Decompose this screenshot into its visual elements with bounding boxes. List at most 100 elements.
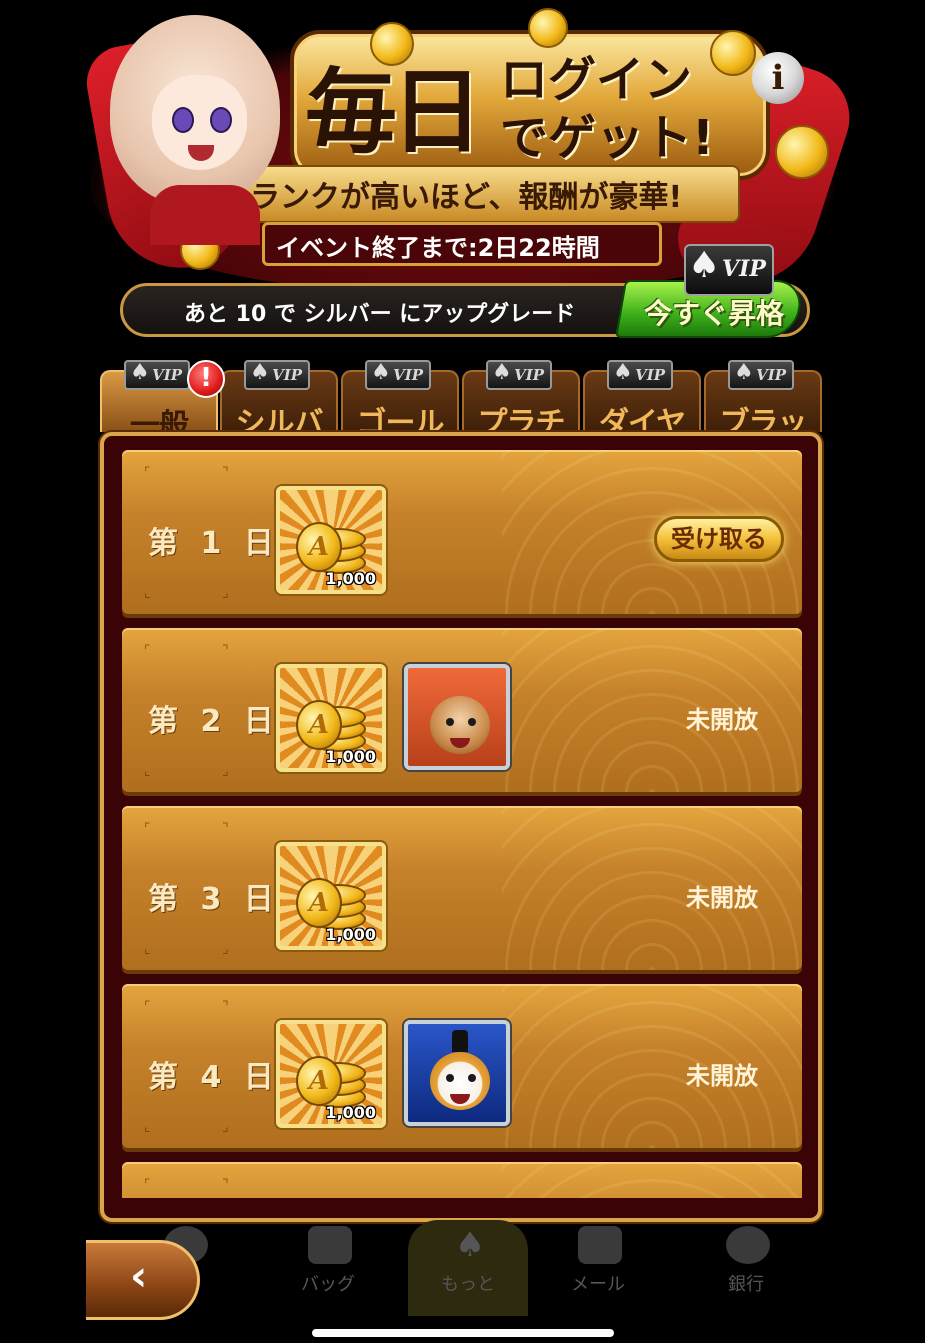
spade-icon: ♠ bbox=[454, 1225, 486, 1265]
coin-reward-item[interactable]: A 1,000 bbox=[276, 664, 386, 772]
corner-ornament: ⌝ bbox=[222, 1177, 229, 1193]
corner-ornament: ⌟ bbox=[222, 763, 229, 779]
day-label: 第 3 日 bbox=[148, 882, 280, 917]
claim-button[interactable]: 受け取る bbox=[654, 516, 784, 562]
tab-vip-label: VIP bbox=[514, 366, 544, 384]
tab-gold[interactable]: ♠VIP ゴールド bbox=[341, 360, 459, 485]
alert-icon: ! bbox=[187, 360, 225, 398]
dog-avatar-reward[interactable] bbox=[404, 1020, 510, 1126]
corner-ornament: ⌞ bbox=[144, 763, 151, 779]
avatar-eye bbox=[468, 718, 476, 726]
nav-item-mail: メール bbox=[538, 1222, 658, 1312]
nav-label: メール bbox=[571, 1274, 625, 1295]
reward-row-day-3: ⌜ ⌝ ⌞ ⌟ 第 3 日 A 1,000 未開放 bbox=[122, 806, 802, 970]
chevron-left-icon[interactable]: ‹ bbox=[130, 1255, 147, 1297]
day-label: 第 1 日 bbox=[148, 526, 280, 561]
corner-ornament: ⌝ bbox=[222, 821, 229, 837]
corner-ornament: ⌜ bbox=[144, 643, 151, 659]
mascot-eye-left bbox=[172, 107, 194, 133]
corner-ornament: ⌟ bbox=[222, 585, 229, 601]
avatar-hat bbox=[452, 1030, 468, 1052]
corner-ornament: ⌞ bbox=[144, 941, 151, 957]
gold-coin-icon bbox=[710, 30, 756, 76]
tab-vip-label: VIP bbox=[152, 366, 182, 384]
vip-card-icon: ♠ VIP bbox=[365, 360, 431, 390]
nav-item-more: ♠ もっと bbox=[408, 1222, 528, 1312]
corner-ornament: ⌝ bbox=[222, 465, 229, 481]
reward-row-day-1: ⌜ ⌝ ⌞ ⌟ 第 1 日 A 1,000 受け取る bbox=[122, 450, 802, 614]
coin-reward-item[interactable]: A 1,000 bbox=[276, 486, 386, 594]
rewards-list[interactable]: ⌜ ⌝ ⌞ ⌟ 第 1 日 A 1,000 受け取る ⌜ ⌝ ⌞ ⌟ 第 2 日 bbox=[122, 448, 802, 1198]
coin-reward-item[interactable]: A 1,000 bbox=[276, 1020, 386, 1128]
spade-icon: ♠ bbox=[250, 360, 270, 385]
spade-icon: ♠ bbox=[613, 360, 633, 385]
event-timer: イベント終了まで:2日22時間 bbox=[276, 234, 600, 262]
vip-badge-label: VIP bbox=[722, 256, 766, 282]
coin-stack-icon: A bbox=[296, 688, 366, 752]
coin-face: A bbox=[296, 878, 342, 928]
corner-ornament: ⌝ bbox=[222, 999, 229, 1015]
vip-card-icon: ♠ VIP bbox=[486, 360, 552, 390]
reward-row-day-5: ⌜ ⌝ bbox=[122, 1162, 802, 1198]
nav-label: もっと bbox=[441, 1274, 495, 1295]
day-label: 第 2 日 bbox=[148, 704, 280, 739]
upgrade-now-label[interactable]: 今すぐ昇格 bbox=[644, 292, 784, 332]
corner-ornament: ⌞ bbox=[144, 585, 151, 601]
coin-stack-icon: A bbox=[296, 510, 366, 574]
day-label: 第 4 日 bbox=[148, 1060, 280, 1095]
item-quantity: 1,000 bbox=[325, 925, 376, 944]
scale-pattern bbox=[502, 1162, 802, 1198]
item-quantity: 1,000 bbox=[325, 747, 376, 766]
vip-card-icon: ♠ VIP bbox=[244, 360, 310, 390]
tab-platinum[interactable]: ♠VIP プラチナ bbox=[462, 360, 580, 485]
vip-card-icon: ♠ VIP bbox=[607, 360, 673, 390]
avatar-eye bbox=[446, 1074, 454, 1082]
upgrade-progress-text: あと 10 で シルバー にアップグレード bbox=[184, 302, 576, 327]
avatar-eye bbox=[446, 718, 454, 726]
gold-coin-icon bbox=[775, 125, 829, 179]
status-locked: 未開放 bbox=[686, 706, 758, 734]
coin-face: A bbox=[296, 700, 342, 750]
tab-vip-label: VIP bbox=[393, 366, 423, 384]
status-locked: 未開放 bbox=[686, 884, 758, 912]
spade-icon: ♠ bbox=[734, 360, 754, 385]
bag-icon bbox=[308, 1226, 352, 1264]
coin-reward-item[interactable]: A 1,000 bbox=[276, 842, 386, 950]
corner-ornament: ⌞ bbox=[144, 1119, 151, 1135]
tab-vip-label: VIP bbox=[272, 366, 302, 384]
corner-ornament: ⌝ bbox=[222, 643, 229, 659]
info-button[interactable]: i bbox=[752, 52, 804, 104]
banner-subtitle: ランクが高いほど、報酬が豪華! bbox=[250, 180, 683, 215]
coin-stack-icon: A bbox=[296, 866, 366, 930]
coin-face: A bbox=[296, 522, 342, 572]
avatar-eye bbox=[468, 1074, 476, 1082]
piggy-bank-icon bbox=[726, 1226, 770, 1264]
spade-icon: ♠ bbox=[688, 245, 721, 286]
tab-silver[interactable]: ♠VIP シルバー bbox=[220, 360, 338, 485]
mail-icon bbox=[578, 1226, 622, 1264]
corner-ornament: ⌜ bbox=[144, 1177, 151, 1193]
nav-item-bag: バッグ bbox=[268, 1222, 388, 1312]
corner-ornament: ⌜ bbox=[144, 821, 151, 837]
corner-ornament: ⌜ bbox=[144, 999, 151, 1015]
nav-label: バッグ bbox=[301, 1274, 355, 1295]
tab-diamond[interactable]: ♠ VIP ダイヤ bbox=[583, 360, 701, 441]
spade-icon: ♠ bbox=[130, 360, 150, 385]
tab-black[interactable]: ♠VIP ブラック bbox=[704, 360, 822, 485]
banner-title-line2: でゲット! bbox=[500, 110, 714, 166]
status-locked: 未開放 bbox=[686, 1062, 758, 1090]
reward-row-day-2: ⌜ ⌝ ⌞ ⌟ 第 2 日 A 1,000 未開放 bbox=[122, 628, 802, 792]
item-quantity: 1,000 bbox=[325, 1103, 376, 1122]
mascot-girl-image bbox=[110, 15, 280, 245]
home-indicator[interactable] bbox=[312, 1329, 614, 1337]
spade-icon: ♠ bbox=[371, 360, 391, 385]
reward-row-day-4: ⌜ ⌝ ⌞ ⌟ 第 4 日 A 1,000 未開放 bbox=[122, 984, 802, 1148]
tab-vip-label: VIP bbox=[635, 366, 665, 384]
coin-stack-icon: A bbox=[296, 1044, 366, 1108]
item-quantity: 1,000 bbox=[325, 569, 376, 588]
vip-card-icon: ♠ VIP bbox=[124, 360, 190, 390]
corner-ornament: ⌜ bbox=[144, 465, 151, 481]
monkey-avatar-reward[interactable] bbox=[404, 664, 510, 770]
nav-label: 銀行 bbox=[728, 1274, 764, 1295]
vip-card-icon: ♠ VIP bbox=[728, 360, 794, 390]
